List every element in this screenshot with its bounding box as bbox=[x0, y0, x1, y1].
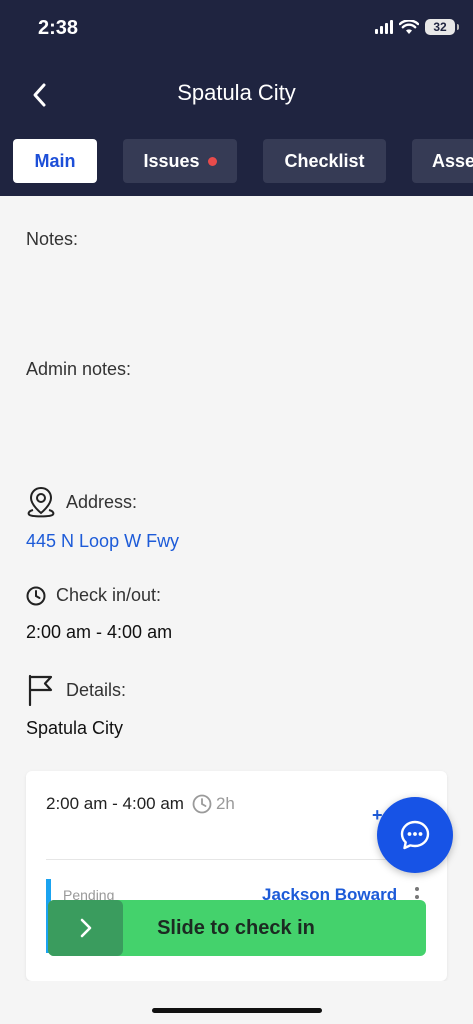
clock-icon bbox=[192, 794, 212, 814]
slide-to-check-in[interactable]: Slide to check in bbox=[48, 900, 426, 956]
details-heading: Details: bbox=[26, 674, 126, 706]
notes-label: Notes: bbox=[26, 229, 79, 249]
card-time: 2:00 am - 4:00 am bbox=[46, 794, 184, 813]
card-duration-text: 2h bbox=[215, 794, 235, 813]
chevron-right-icon bbox=[80, 918, 91, 938]
slider-handle[interactable] bbox=[48, 900, 123, 956]
tab-checklist-label: Checklist bbox=[284, 150, 365, 171]
bottom-bar bbox=[0, 981, 473, 1024]
alert-dot bbox=[207, 156, 217, 166]
address-heading: Address: bbox=[26, 486, 137, 518]
address-link[interactable]: 445 N Loop W Fwy bbox=[26, 531, 179, 552]
tab-assets-label: Asse bbox=[432, 150, 473, 171]
tab-issues-label: Issues bbox=[143, 150, 200, 171]
address-label: Address: bbox=[66, 491, 138, 512]
flag-icon bbox=[28, 674, 53, 706]
tab-checklist[interactable]: Checklist bbox=[263, 139, 386, 183]
tab-assets[interactable]: Asse bbox=[412, 139, 473, 183]
location-pin-icon bbox=[27, 486, 55, 518]
slider-label: Slide to check in bbox=[157, 917, 315, 939]
admin-notes-label: Admin notes: bbox=[26, 359, 132, 379]
tab-main-label: Main bbox=[34, 150, 76, 171]
home-indicator bbox=[152, 1008, 322, 1013]
page-title: Spatula City bbox=[177, 80, 296, 105]
card-time-row: 2:00 am - 4:00 am 2h bbox=[46, 794, 235, 814]
clock-icon bbox=[26, 586, 46, 605]
card-duration: 2h bbox=[192, 794, 235, 814]
details-label: Details: bbox=[66, 679, 127, 700]
checkin-label: Check in/out: bbox=[56, 585, 162, 605]
tab-bar: Main Issues Checklist Asse bbox=[13, 139, 473, 183]
checkin-value: 2:00 am - 4:00 am bbox=[26, 622, 173, 642]
tab-main[interactable]: Main bbox=[13, 139, 97, 183]
details-value: Spatula City bbox=[26, 718, 124, 738]
status-time: 2:38 bbox=[38, 17, 79, 39]
tab-issues[interactable]: Issues bbox=[123, 139, 237, 183]
battery-icon: 32 bbox=[425, 19, 459, 35]
header: 2:38 32 Spatula City Main Issues Checkli… bbox=[0, 0, 473, 196]
card-divider bbox=[46, 859, 430, 860]
signal-icon bbox=[375, 20, 393, 34]
checkin-heading: Check in/out: bbox=[26, 585, 161, 606]
wifi-icon bbox=[399, 19, 419, 34]
chat-button[interactable] bbox=[377, 797, 453, 873]
chat-icon bbox=[400, 820, 430, 850]
status-icons: 32 bbox=[375, 19, 459, 35]
